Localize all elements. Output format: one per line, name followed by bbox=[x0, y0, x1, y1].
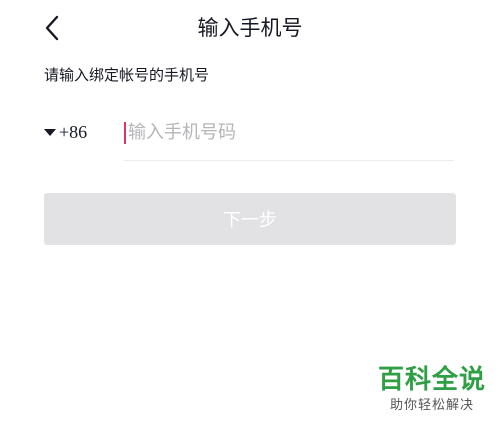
form-subtitle: 请输入绑定帐号的手机号 bbox=[44, 66, 210, 84]
phone-field[interactable] bbox=[124, 114, 454, 161]
caret-down-icon bbox=[44, 129, 56, 136]
next-button[interactable]: 下一步 bbox=[44, 193, 456, 245]
text-cursor bbox=[124, 122, 126, 144]
watermark-logo: 百科全说 bbox=[377, 365, 486, 395]
country-code-selector[interactable]: +86 bbox=[44, 118, 87, 146]
watermark-slogan: 助你轻松解决 bbox=[389, 398, 474, 413]
country-code-value: +86 bbox=[59, 121, 88, 142]
phone-input[interactable] bbox=[128, 114, 428, 150]
watermark: 百科全说 助你轻松解决 bbox=[372, 364, 492, 415]
page-title: 输入手机号 bbox=[197, 16, 303, 40]
